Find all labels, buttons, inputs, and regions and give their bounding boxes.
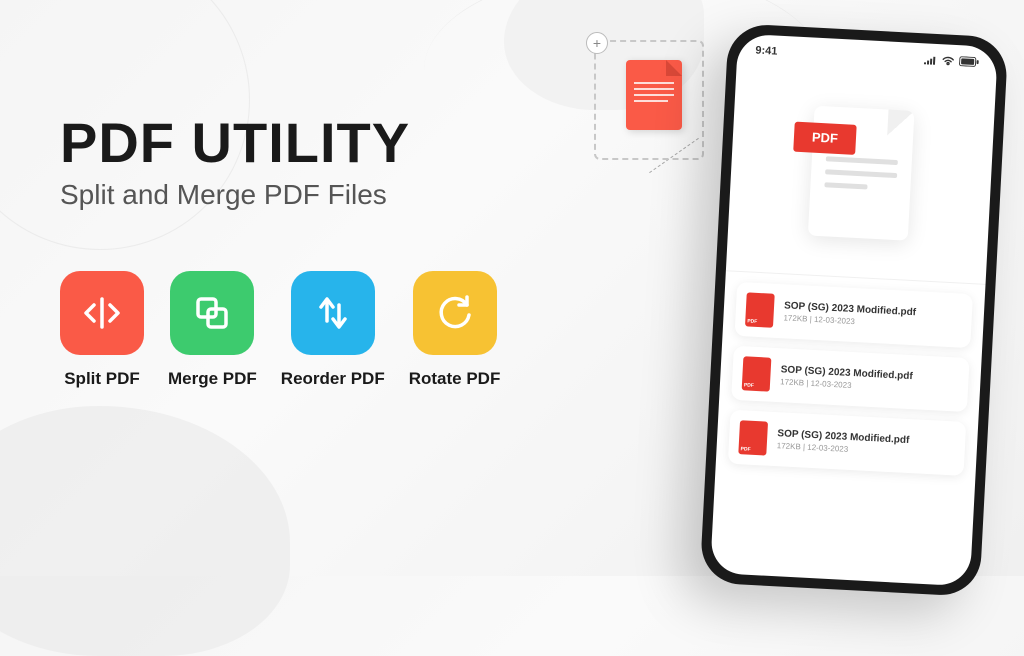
phone-screen: 9:41 PDF PDF SOP (SG) 2 (710, 34, 998, 587)
feature-label: Merge PDF (168, 369, 257, 389)
pdf-file-icon: PDF (738, 420, 768, 455)
battery-icon (959, 56, 979, 67)
statusbar-time: 9:41 (755, 44, 778, 57)
file-list-item[interactable]: PDF SOP (SG) 2023 Modified.pdf 172KB | 1… (734, 282, 973, 348)
split-icon (60, 271, 144, 355)
pdf-illustration: PDF (803, 100, 920, 246)
pdf-file-icon: PDF (742, 356, 772, 391)
file-list-item[interactable]: PDF SOP (SG) 2023 Modified.pdf 172KB | 1… (728, 410, 967, 476)
phone-mockup: 9:41 PDF PDF SOP (SG) 2 (700, 23, 1009, 597)
feature-rotate-pdf[interactable]: Rotate PDF (409, 271, 501, 389)
feature-label: Reorder PDF (281, 369, 385, 389)
signal-icon (923, 54, 938, 65)
plus-icon: + (586, 32, 608, 54)
floating-doc-placeholder: + (594, 40, 704, 160)
document-icon (626, 60, 682, 130)
feature-split-pdf[interactable]: Split PDF (60, 271, 144, 389)
rotate-icon (413, 271, 497, 355)
merge-icon (170, 271, 254, 355)
file-list-item[interactable]: PDF SOP (SG) 2023 Modified.pdf 172KB | 1… (731, 346, 970, 412)
pdf-file-icon: PDF (745, 292, 775, 327)
feature-reorder-pdf[interactable]: Reorder PDF (281, 271, 385, 389)
phone-hero: PDF (726, 62, 997, 285)
feature-merge-pdf[interactable]: Merge PDF (168, 271, 257, 389)
wifi-icon (941, 55, 956, 66)
reorder-icon (291, 271, 375, 355)
bg-decoration (0, 406, 290, 656)
pdf-badge: PDF (793, 121, 856, 154)
statusbar-icons (923, 54, 979, 67)
phone-file-list: PDF SOP (SG) 2023 Modified.pdf 172KB | 1… (710, 271, 985, 586)
feature-label: Split PDF (64, 369, 140, 389)
feature-label: Rotate PDF (409, 369, 501, 389)
